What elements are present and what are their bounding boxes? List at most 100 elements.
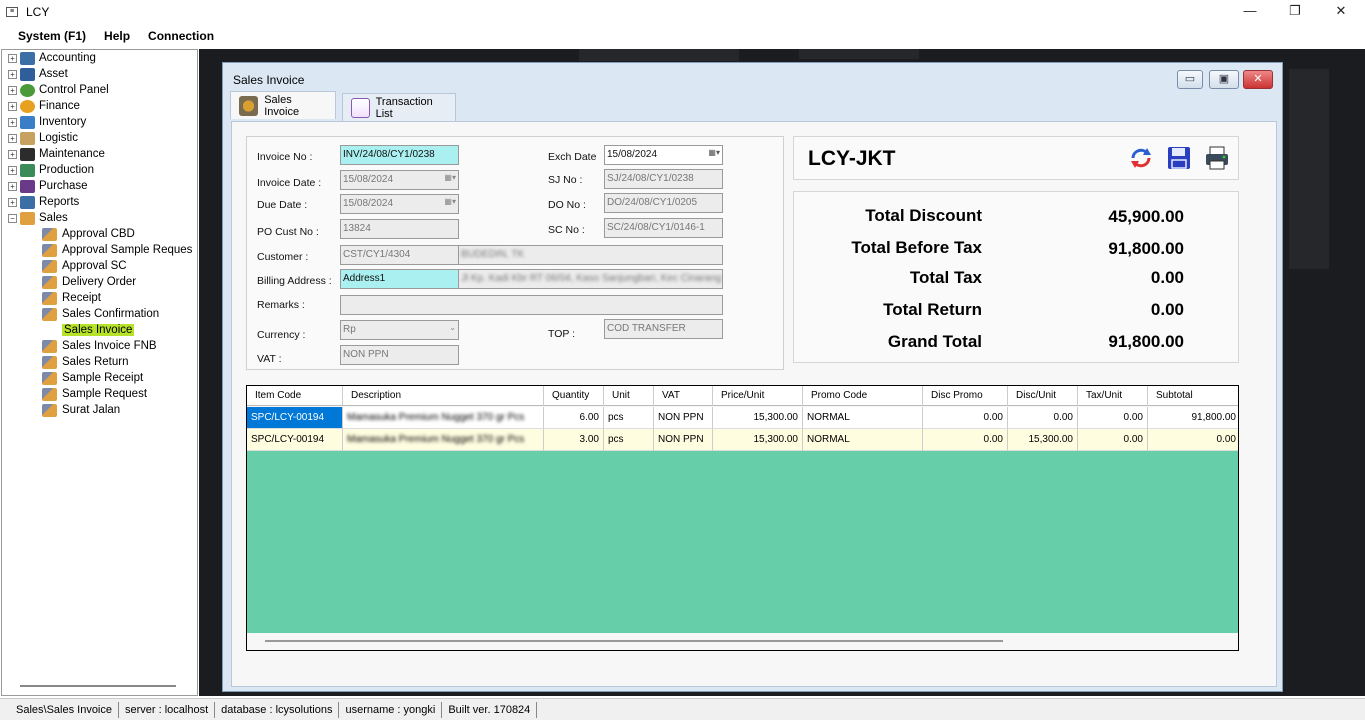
tree-node-reports[interactable]: + Reports (8, 194, 79, 210)
calendar-dropdown-icon[interactable]: ▦▾ (434, 197, 456, 211)
window-maximize-button[interactable]: ▣ (1209, 70, 1239, 89)
tab-sales-invoice[interactable]: Sales Invoice (230, 91, 336, 119)
tree-node-sales[interactable]: − Sales (8, 210, 68, 226)
sc-no-field[interactable]: SC/24/08/CY1/0146-1 (604, 218, 723, 238)
invoice-no-field[interactable]: INV/24/08/CY1/0238 (340, 145, 459, 165)
calendar-dropdown-icon[interactable]: ▦▾ (434, 173, 456, 187)
close-button[interactable]: ✕ (1318, 0, 1364, 24)
expand-icon[interactable]: + (8, 165, 17, 175)
table-row-1-quantity[interactable]: 6.00 (544, 407, 604, 429)
tree-item-sales-invoice-fnb[interactable]: Sales Invoice FNB (42, 338, 157, 354)
table-row-1-description[interactable]: Mamasuka Premium Nugget 370 gr Pcs (343, 407, 544, 429)
table-row-1-subtotal[interactable]: 91,800.00 (1148, 407, 1238, 429)
table-row-1-disc-unit[interactable]: 0.00 (1008, 407, 1078, 429)
tree-node-control-panel[interactable]: + Control Panel (8, 82, 109, 98)
tree-node-maintenance[interactable]: + Maintenance (8, 146, 105, 162)
expand-icon[interactable]: + (8, 69, 17, 79)
column-header-price-unit[interactable]: Price/Unit (713, 386, 803, 406)
refresh-icon[interactable] (1128, 145, 1154, 171)
tab-transaction-list[interactable]: Transaction List (342, 93, 456, 121)
tree-node-production[interactable]: + Production (8, 162, 94, 178)
restore-button[interactable]: ❐ (1272, 0, 1318, 24)
column-header-subtotal[interactable]: Subtotal (1148, 386, 1238, 406)
tree-item-receipt[interactable]: Receipt (42, 290, 101, 306)
table-row-1-tax-unit[interactable]: 0.00 (1078, 407, 1148, 429)
window-minimize-button[interactable]: ▭ (1177, 70, 1203, 89)
table-row-2-subtotal[interactable]: 0.00 (1148, 429, 1238, 451)
minimize-button[interactable]: — (1227, 0, 1273, 24)
tree-item-sample-request[interactable]: Sample Request (42, 386, 147, 402)
column-header-quantity[interactable]: Quantity (544, 386, 604, 406)
invoice-date-field[interactable]: 15/08/2024 ▦▾ (340, 170, 459, 190)
billing-address-select[interactable]: Address1 (340, 269, 459, 289)
collapse-icon[interactable]: − (8, 213, 17, 223)
column-header-tax-unit[interactable]: Tax/Unit (1078, 386, 1148, 406)
table-row-2-vat[interactable]: NON PPN (654, 429, 713, 451)
billing-address-text[interactable]: Jl Kp. Kadi Kbr RT 06/04, Kaso Sanjungba… (458, 269, 723, 289)
table-row-1-price-unit[interactable]: 15,300.00 (713, 407, 803, 429)
tree-node-accounting[interactable]: + Accounting (8, 50, 96, 66)
sj-no-field[interactable]: SJ/24/08/CY1/0238 (604, 169, 723, 189)
customer-code-field[interactable]: CST/CY1/4304 (340, 245, 459, 265)
due-date-field[interactable]: 15/08/2024 ▦▾ (340, 194, 459, 214)
exch-date-field[interactable]: 15/08/2024 ▦▾ (604, 145, 723, 165)
expand-icon[interactable]: + (8, 197, 17, 207)
table-row-1-vat[interactable]: NON PPN (654, 407, 713, 429)
table-row-2-promo-code[interactable]: NORMAL (803, 429, 923, 451)
expand-icon[interactable]: + (8, 117, 17, 127)
chevron-down-icon[interactable]: ⌄ (434, 323, 456, 337)
column-header-description[interactable]: Description (343, 386, 544, 406)
table-row-2-disc-unit[interactable]: 15,300.00 (1008, 429, 1078, 451)
table-row-1-unit[interactable]: pcs (604, 407, 654, 429)
table-row-2-tax-unit[interactable]: 0.00 (1078, 429, 1148, 451)
column-header-disc-promo[interactable]: Disc Promo (923, 386, 1008, 406)
tree-item-sales-invoice[interactable]: Sales Invoice (42, 322, 135, 338)
calendar-dropdown-icon[interactable]: ▦▾ (698, 148, 720, 162)
expand-icon[interactable]: + (8, 101, 17, 111)
expand-icon[interactable]: + (8, 53, 17, 63)
grid-horizontal-scrollbar[interactable] (265, 640, 1003, 642)
tree-node-logistic[interactable]: + Logistic (8, 130, 78, 146)
currency-select[interactable]: Rp ⌄ (340, 320, 459, 340)
column-header-item-code[interactable]: Item Code (247, 386, 343, 406)
tree-item-approval-cbd[interactable]: Approval CBD (42, 226, 135, 242)
tree-item-sales-confirmation[interactable]: Sales Confirmation (42, 306, 159, 322)
tree-node-finance[interactable]: + Finance (8, 98, 80, 114)
table-row-2-unit[interactable]: pcs (604, 429, 654, 451)
table-row-2-price-unit[interactable]: 15,300.00 (713, 429, 803, 451)
table-row-2-description[interactable]: Mamasuka Premium Nugget 370 gr Pcs (343, 429, 544, 451)
tree-node-purchase[interactable]: + Purchase (8, 178, 88, 194)
column-header-disc-unit[interactable]: Disc/Unit (1008, 386, 1078, 406)
tree-item-sample-receipt[interactable]: Sample Receipt (42, 370, 143, 386)
table-row-1-promo-code[interactable]: NORMAL (803, 407, 923, 429)
table-row-2-disc-promo[interactable]: 0.00 (923, 429, 1008, 451)
table-row-2-quantity[interactable]: 3.00 (544, 429, 604, 451)
tree-item-delivery-order[interactable]: Delivery Order (42, 274, 136, 290)
top-field[interactable]: COD TRANSFER (604, 319, 723, 339)
menu-help[interactable]: Help (104, 29, 130, 43)
save-icon[interactable] (1166, 145, 1192, 171)
tree-node-inventory[interactable]: + Inventory (8, 114, 86, 130)
expand-icon[interactable]: + (8, 85, 17, 95)
tree-horizontal-scrollbar[interactable] (20, 685, 176, 687)
menu-connection[interactable]: Connection (148, 29, 214, 43)
remarks-field[interactable] (340, 295, 723, 315)
po-cust-no-field[interactable]: 13824 (340, 219, 459, 239)
tree-item-approval-sample-request[interactable]: Approval Sample Reques (42, 242, 192, 258)
expand-icon[interactable]: + (8, 149, 17, 159)
vat-field[interactable]: NON PPN (340, 345, 459, 365)
tree-item-sales-return[interactable]: Sales Return (42, 354, 128, 370)
customer-name-field[interactable]: BUDEDIN, TK (458, 245, 723, 265)
print-icon[interactable] (1204, 145, 1230, 171)
column-header-promo-code[interactable]: Promo Code (803, 386, 923, 406)
tree-node-asset[interactable]: + Asset (8, 66, 68, 82)
expand-icon[interactable]: + (8, 181, 17, 191)
tree-item-surat-jalan[interactable]: Surat Jalan (42, 402, 120, 418)
menu-system[interactable]: System (F1) (18, 29, 86, 43)
column-header-unit[interactable]: Unit (604, 386, 654, 406)
table-row-2-item-code[interactable]: SPC/LCY-00194 (247, 429, 343, 451)
expand-icon[interactable]: + (8, 133, 17, 143)
table-row-1-disc-promo[interactable]: 0.00 (923, 407, 1008, 429)
tree-item-approval-sc[interactable]: Approval SC (42, 258, 127, 274)
do-no-field[interactable]: DO/24/08/CY1/0205 (604, 193, 723, 213)
